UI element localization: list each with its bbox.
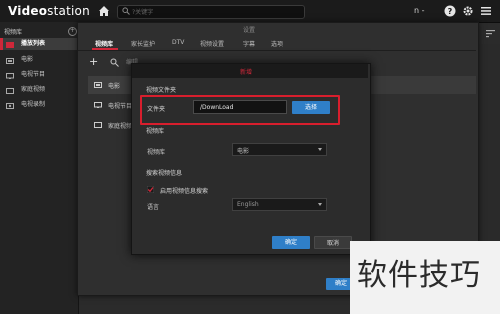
sidebar-item-home-video[interactable]: 家庭视频 (0, 84, 78, 96)
section-video-folder: 视频文件夹 (146, 87, 177, 94)
sidebar-item-tv[interactable]: 电视节目 (0, 69, 78, 81)
sidebar-item-label: 播放列表 (21, 40, 46, 47)
section-video-library: 视频库 (146, 128, 165, 135)
active-tab-indicator (92, 48, 118, 50)
folder-path-input[interactable] (193, 100, 287, 114)
language-select-value: English (237, 201, 259, 208)
tab-video-library[interactable]: 视频库 (95, 39, 113, 48)
search-icon[interactable] (110, 58, 119, 67)
add-button[interactable]: + (89, 56, 98, 67)
search-icon (122, 7, 130, 15)
enable-search-checkbox[interactable] (146, 185, 155, 194)
ok-button[interactable]: 确定 (272, 236, 310, 249)
library-label: 视频库 (147, 149, 166, 156)
svg-text:?: ? (448, 7, 453, 16)
sidebar-item-label: 家庭视频 (21, 86, 46, 93)
tv-icon (94, 102, 102, 108)
dialog-title: 新增 (240, 69, 253, 76)
tab-parental-control[interactable]: 家长监护 (131, 39, 155, 48)
tab-dtv[interactable]: DTV (172, 39, 184, 46)
logo-bold-text: Video (8, 4, 48, 18)
settings-title: 设置 (243, 27, 256, 34)
sidebar-item-label: 电影 (21, 56, 34, 63)
sidebar-item-playlist[interactable]: 播放列表 (0, 38, 78, 50)
tab-options[interactable]: 选项 (271, 39, 283, 48)
language-label: 语言 (147, 204, 160, 211)
watermark-text: 软件技巧 (357, 258, 481, 293)
sidebar-item-label: 电视节目 (21, 71, 46, 78)
library-item-label: 家庭视频 (108, 123, 133, 130)
chevron-down-icon (318, 203, 322, 206)
library-item-label: 电影 (108, 83, 121, 90)
folder-label: 文件夹 (147, 106, 166, 113)
movie-icon (94, 82, 102, 88)
help-icon[interactable]: ? (444, 5, 456, 17)
enable-search-label: 启用视频信息搜索 (160, 188, 209, 195)
library-item-label: 电视节目 (108, 103, 133, 110)
home-icon[interactable] (97, 4, 111, 18)
home-video-icon (6, 87, 14, 94)
sidebar-title: 视频库 (4, 29, 23, 36)
cancel-button[interactable]: 取消 (314, 236, 352, 249)
section-search-info: 搜索视频信息 (146, 170, 183, 177)
search-placeholder: ?关键字 (132, 9, 154, 16)
home-video-icon (94, 122, 102, 128)
tab-video-settings[interactable]: 视频设置 (200, 39, 224, 48)
sidebar-item-movie[interactable]: 电影 (0, 54, 78, 66)
browse-button[interactable]: 选择 (292, 101, 330, 114)
tv-icon (6, 72, 14, 79)
active-indicator (0, 38, 3, 50)
sidebar-item-recording[interactable]: 电视录制 (0, 99, 78, 111)
tab-subtitles[interactable]: 字幕 (243, 39, 255, 48)
gear-icon[interactable] (462, 5, 474, 17)
sort-icon[interactable] (486, 30, 495, 38)
chevron-down-icon (318, 148, 322, 151)
user-menu[interactable]: n - (414, 6, 425, 15)
movie-icon (6, 57, 14, 64)
add-library-button[interactable]: + (68, 27, 77, 36)
sidebar-item-label: 电视录制 (21, 101, 46, 108)
logo-light-text: station (47, 4, 90, 18)
library-select-value: 电影 (237, 148, 250, 155)
app-logo: Videostation (8, 4, 90, 18)
playlist-icon (6, 41, 14, 48)
tasks-icon[interactable] (480, 5, 492, 17)
recording-icon (6, 102, 14, 109)
